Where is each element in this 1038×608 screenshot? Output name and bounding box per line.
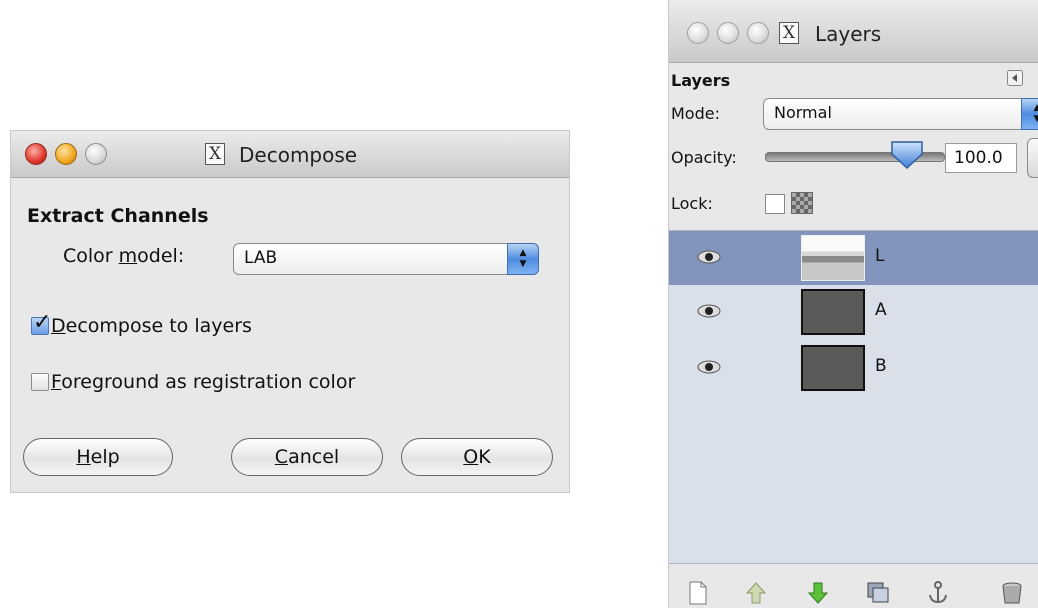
foreground-registration-label[interactable]: Foreground as registration color <box>51 371 355 393</box>
lower-layer-icon[interactable] <box>805 580 831 606</box>
x11-app-icon: X <box>779 22 799 44</box>
delete-layer-icon[interactable] <box>999 580 1025 606</box>
zoom-window-button[interactable] <box>747 22 769 44</box>
dock-title: Layers <box>815 22 882 46</box>
visibility-eye-icon[interactable] <box>693 300 725 322</box>
opacity-slider-thumb[interactable] <box>889 140 925 170</box>
close-window-button[interactable] <box>687 22 709 44</box>
lock-pixels-checkbox[interactable] <box>765 194 785 214</box>
panel-menu-icon[interactable] <box>1007 70 1023 86</box>
ok-button[interactable]: OK <box>401 438 553 476</box>
layers-toolbar <box>669 580 1038 608</box>
lock-alpha-icon[interactable] <box>791 192 813 214</box>
decompose-titlebar: X Decompose <box>11 131 569 178</box>
layer-name: A <box>875 300 887 320</box>
layer-row-b[interactable]: B <box>669 341 1038 395</box>
decompose-to-layers-checkbox[interactable]: ✓ <box>31 310 51 335</box>
layer-thumbnail <box>801 289 865 335</box>
duplicate-layer-icon[interactable] <box>865 580 891 606</box>
checkmark-icon: ✓ <box>33 310 52 335</box>
dialog-title: Decompose <box>239 143 358 167</box>
zoom-window-button[interactable] <box>85 143 107 165</box>
layer-row-l[interactable]: L <box>669 231 1038 285</box>
cancel-button[interactable]: Cancel <box>231 438 383 476</box>
layer-thumbnail <box>801 235 865 281</box>
mode-value: Normal <box>774 103 832 122</box>
color-model-value: LAB <box>244 248 278 268</box>
minimize-window-button[interactable] <box>717 22 739 44</box>
select-arrows-icon: ▲▼ <box>507 243 539 275</box>
mode-label: Mode: <box>671 104 720 123</box>
new-layer-icon[interactable] <box>685 580 711 606</box>
opacity-value-field[interactable]: 100.0 <box>945 143 1017 173</box>
visibility-eye-icon[interactable] <box>693 246 725 268</box>
decompose-to-layers-label[interactable]: Decompose to layers <box>51 315 252 337</box>
section-heading: Extract Channels <box>27 205 209 227</box>
layer-list: L A B <box>669 230 1038 564</box>
layer-row-a[interactable]: A <box>669 285 1038 339</box>
layer-thumbnail <box>801 345 865 391</box>
close-window-button[interactable] <box>25 143 47 165</box>
layers-dock: X Layers Layers Mode: Normal ▲▼ Opacity:… <box>668 0 1038 608</box>
layers-panel-heading: Layers <box>671 71 731 90</box>
decompose-dialog: X Decompose Extract Channels Color model… <box>10 130 570 493</box>
foreground-registration-checkbox[interactable] <box>31 373 49 391</box>
lock-label: Lock: <box>671 194 713 213</box>
minimize-window-button[interactable] <box>55 143 77 165</box>
x11-app-icon: X <box>205 143 225 165</box>
help-button[interactable]: Help <box>23 438 173 476</box>
raise-layer-icon[interactable] <box>743 580 769 606</box>
visibility-eye-icon[interactable] <box>693 356 725 378</box>
layer-name: B <box>875 356 887 376</box>
select-arrows-icon: ▲▼ <box>1021 98 1038 130</box>
opacity-stepper[interactable] <box>1027 138 1038 178</box>
layers-titlebar: X Layers <box>669 0 1038 63</box>
opacity-label: Opacity: <box>671 148 737 167</box>
mode-select[interactable]: Normal ▲▼ <box>763 98 1038 130</box>
layer-name: L <box>875 246 885 266</box>
anchor-layer-icon[interactable] <box>925 580 951 606</box>
color-model-label: Color model: <box>63 245 185 267</box>
color-model-select[interactable]: LAB ▲ ▼ <box>233 243 539 275</box>
